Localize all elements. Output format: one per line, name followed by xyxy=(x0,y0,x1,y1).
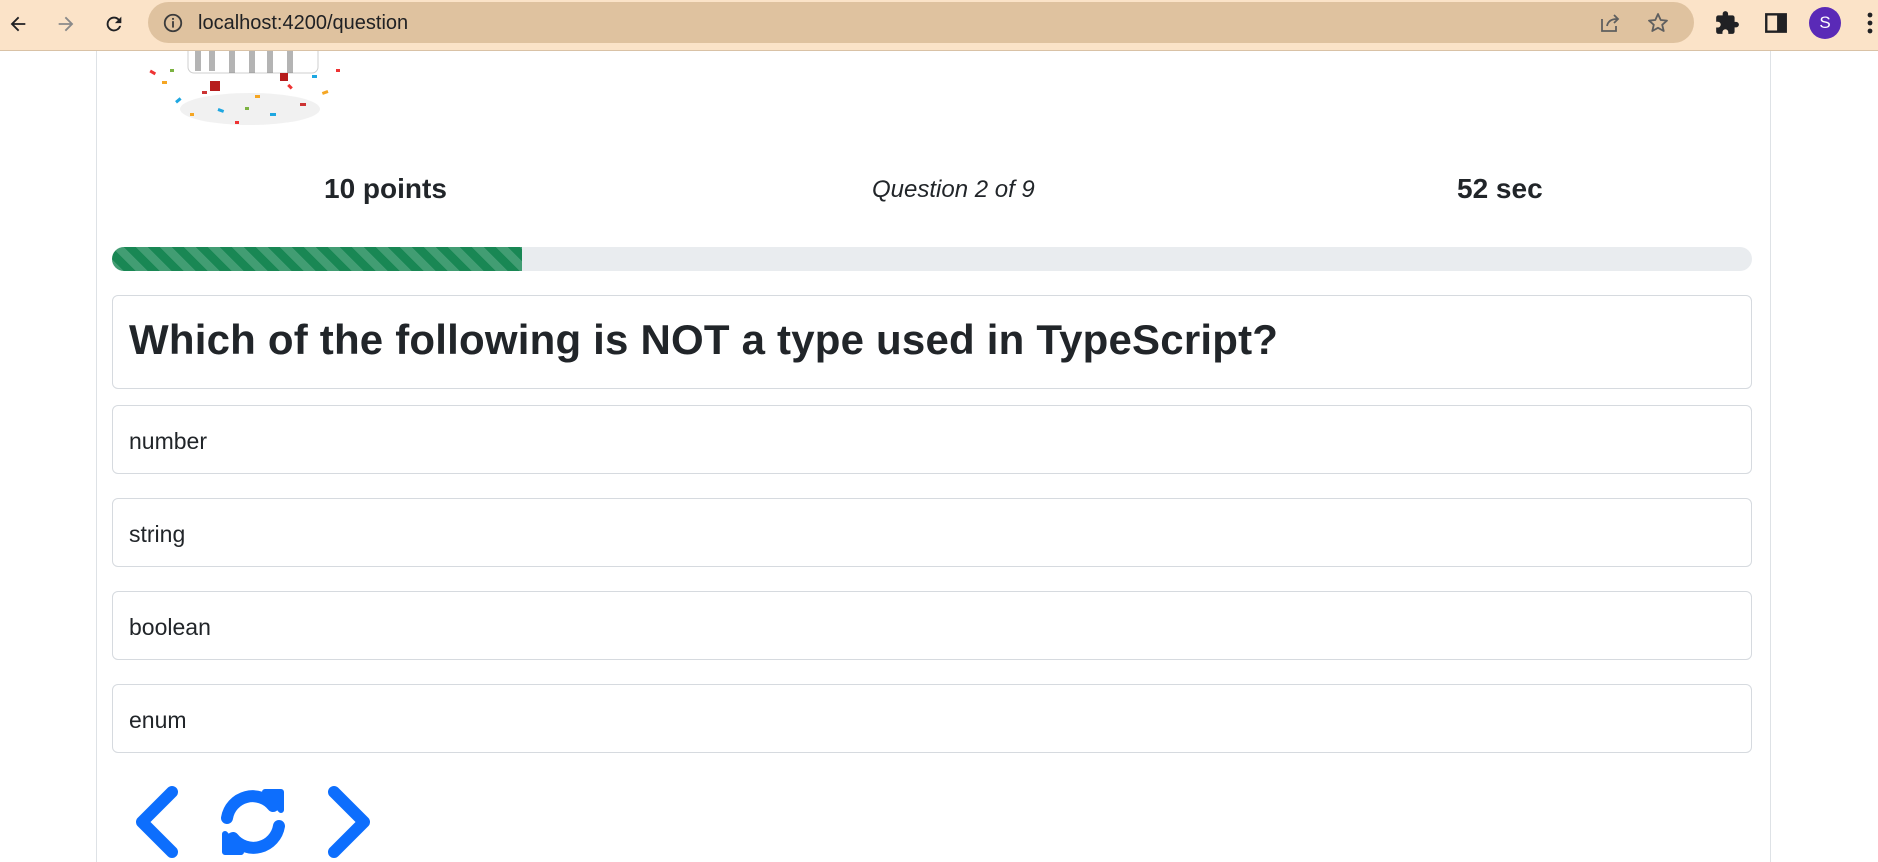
forward-icon xyxy=(58,16,74,32)
menu-icon[interactable] xyxy=(1862,10,1878,36)
quiz-stats-row: 10 points Question 2 of 9 52 sec xyxy=(112,173,1752,213)
side-panel-icon[interactable] xyxy=(1763,10,1789,36)
question-text: Which of the following is NOT a type use… xyxy=(129,316,1279,363)
question-counter: Question 2 of 9 xyxy=(872,176,1035,203)
back-button[interactable] xyxy=(0,6,36,42)
option-label: enum xyxy=(129,707,187,733)
option-enum[interactable]: enum xyxy=(112,684,1752,753)
question-card: Which of the following is NOT a type use… xyxy=(112,295,1752,389)
extensions-icon[interactable] xyxy=(1714,10,1740,36)
previous-button[interactable] xyxy=(122,784,198,860)
option-boolean[interactable]: boolean xyxy=(112,591,1752,660)
url-text[interactable]: localhost:4200/question xyxy=(198,12,408,35)
refresh-icon xyxy=(221,789,285,855)
option-label: boolean xyxy=(129,614,211,640)
page-viewport: 10 points Question 2 of 9 52 sec Which o… xyxy=(0,51,1878,862)
next-button[interactable] xyxy=(308,784,384,860)
restart-button[interactable] xyxy=(215,784,291,860)
browser-toolbar: localhost:4200/question S xyxy=(0,0,1878,51)
progress-fill xyxy=(112,247,522,271)
option-number[interactable]: number xyxy=(112,405,1752,474)
star-icon[interactable] xyxy=(1646,11,1670,35)
back-icon xyxy=(10,16,26,32)
quiz-logo-image xyxy=(149,51,340,125)
profile-avatar[interactable]: S xyxy=(1809,7,1841,39)
timer-label: 52 sec xyxy=(1457,173,1543,204)
reload-icon xyxy=(106,16,122,32)
reload-button[interactable] xyxy=(96,6,132,42)
chevron-left-icon xyxy=(136,786,178,858)
chevron-right-icon xyxy=(328,786,370,858)
option-label: number xyxy=(129,428,207,454)
progress-bar xyxy=(112,247,1752,271)
share-icon[interactable] xyxy=(1598,11,1622,35)
option-string[interactable]: string xyxy=(112,498,1752,567)
points-label: 10 points xyxy=(324,173,447,204)
address-bar[interactable]: localhost:4200/question xyxy=(148,2,1694,43)
option-label: string xyxy=(129,521,186,547)
info-icon[interactable] xyxy=(162,12,184,34)
forward-button[interactable] xyxy=(48,6,84,42)
